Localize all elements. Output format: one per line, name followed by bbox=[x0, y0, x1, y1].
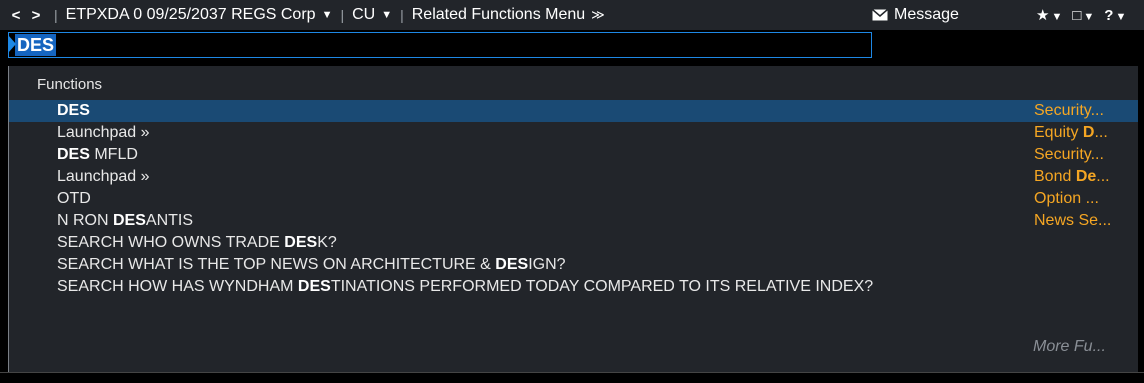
envelope-icon bbox=[872, 9, 888, 21]
function-row[interactable]: Launchpad » Bond De... bbox=[9, 166, 1138, 188]
favorite-star-icon[interactable]: ★ ▼ bbox=[1036, 6, 1062, 24]
function-row[interactable]: OTD Option ... bbox=[9, 188, 1138, 210]
function-row[interactable]: DES Security... bbox=[9, 100, 1138, 122]
related-functions-label: Related Functions Menu bbox=[411, 6, 586, 23]
message-button[interactable]: Message bbox=[872, 0, 959, 30]
currency-label: CU bbox=[352, 6, 376, 23]
security-selector[interactable]: ETPXDA 0 09/25/2037 REGS Corp ▼ bbox=[66, 6, 333, 24]
function-row-description: Equity D... bbox=[1034, 124, 1108, 141]
function-row-label: Launchpad » bbox=[57, 124, 150, 141]
back-arrow-icon[interactable]: < bbox=[6, 7, 26, 24]
function-row-label: DES bbox=[57, 102, 90, 119]
toolbar-separator: | bbox=[54, 7, 58, 23]
function-row-description: Bond De... bbox=[1034, 168, 1110, 185]
security-label: ETPXDA 0 09/25/2037 REGS Corp bbox=[65, 6, 316, 23]
function-row-label: SEARCH WHO OWNS TRADE DESK? bbox=[57, 234, 337, 251]
double-chevron-icon: ≫ bbox=[591, 7, 605, 22]
function-row-label: SEARCH HOW HAS WYNDHAM DESTINATIONS PERF… bbox=[57, 278, 874, 295]
toolbar-separator: | bbox=[400, 7, 404, 23]
function-row-label: OTD bbox=[57, 190, 91, 207]
toolbar-icons: ★ ▼ □ ▼ ? ▼ bbox=[1036, 0, 1126, 30]
top-toolbar: < > | ETPXDA 0 09/25/2037 REGS Corp ▼ | … bbox=[0, 0, 1144, 30]
function-row-label: SEARCH WHAT IS THE TOP NEWS ON ARCHITECT… bbox=[57, 256, 566, 273]
toolbar-separator: | bbox=[340, 7, 345, 23]
function-row-label: DES MFLD bbox=[57, 146, 138, 163]
function-row-description: Option ... bbox=[1034, 190, 1099, 207]
more-functions-link[interactable]: More Fu... bbox=[1033, 338, 1106, 356]
panel-bottom-border bbox=[0, 372, 1144, 383]
function-row[interactable]: N RON DESANTIS News Se... bbox=[9, 210, 1138, 232]
function-row[interactable]: Launchpad » Equity D... bbox=[9, 122, 1138, 144]
forward-arrow-icon[interactable]: > bbox=[26, 7, 46, 24]
function-row[interactable]: DES MFLD Security... bbox=[9, 144, 1138, 166]
function-row-description: News Se... bbox=[1034, 212, 1112, 229]
currency-selector[interactable]: CU ▼ bbox=[352, 6, 392, 24]
related-functions-menu[interactable]: Related Functions Menu ≫ bbox=[412, 6, 605, 24]
message-label: Message bbox=[894, 6, 959, 23]
command-input[interactable]: DES bbox=[8, 32, 872, 58]
command-input-value: DES bbox=[15, 34, 57, 56]
function-row[interactable]: SEARCH WHAT IS THE TOP NEWS ON ARCHITECT… bbox=[9, 254, 1138, 276]
command-arrow-icon bbox=[8, 35, 16, 53]
chevron-down-icon: ▼ bbox=[381, 9, 393, 21]
function-row[interactable]: SEARCH WHO OWNS TRADE DESK? bbox=[9, 232, 1138, 254]
function-row[interactable]: SEARCH HOW HAS WYNDHAM DESTINATIONS PERF… bbox=[9, 276, 1138, 298]
function-row-label: N RON DESANTIS bbox=[57, 212, 194, 229]
function-row-description: Security... bbox=[1034, 102, 1104, 119]
command-line: DES bbox=[0, 30, 1144, 60]
autocomplete-panel: Functions DES Security... Launchpad » Equit… bbox=[8, 66, 1138, 372]
function-row-label: Launchpad » bbox=[57, 168, 150, 185]
chevron-down-icon: ▼ bbox=[321, 9, 333, 21]
help-icon[interactable]: ? ▼ bbox=[1104, 7, 1126, 24]
functions-header: Functions bbox=[37, 76, 103, 93]
function-row-description: Security... bbox=[1034, 146, 1104, 163]
window-icon[interactable]: □ ▼ bbox=[1072, 7, 1094, 24]
